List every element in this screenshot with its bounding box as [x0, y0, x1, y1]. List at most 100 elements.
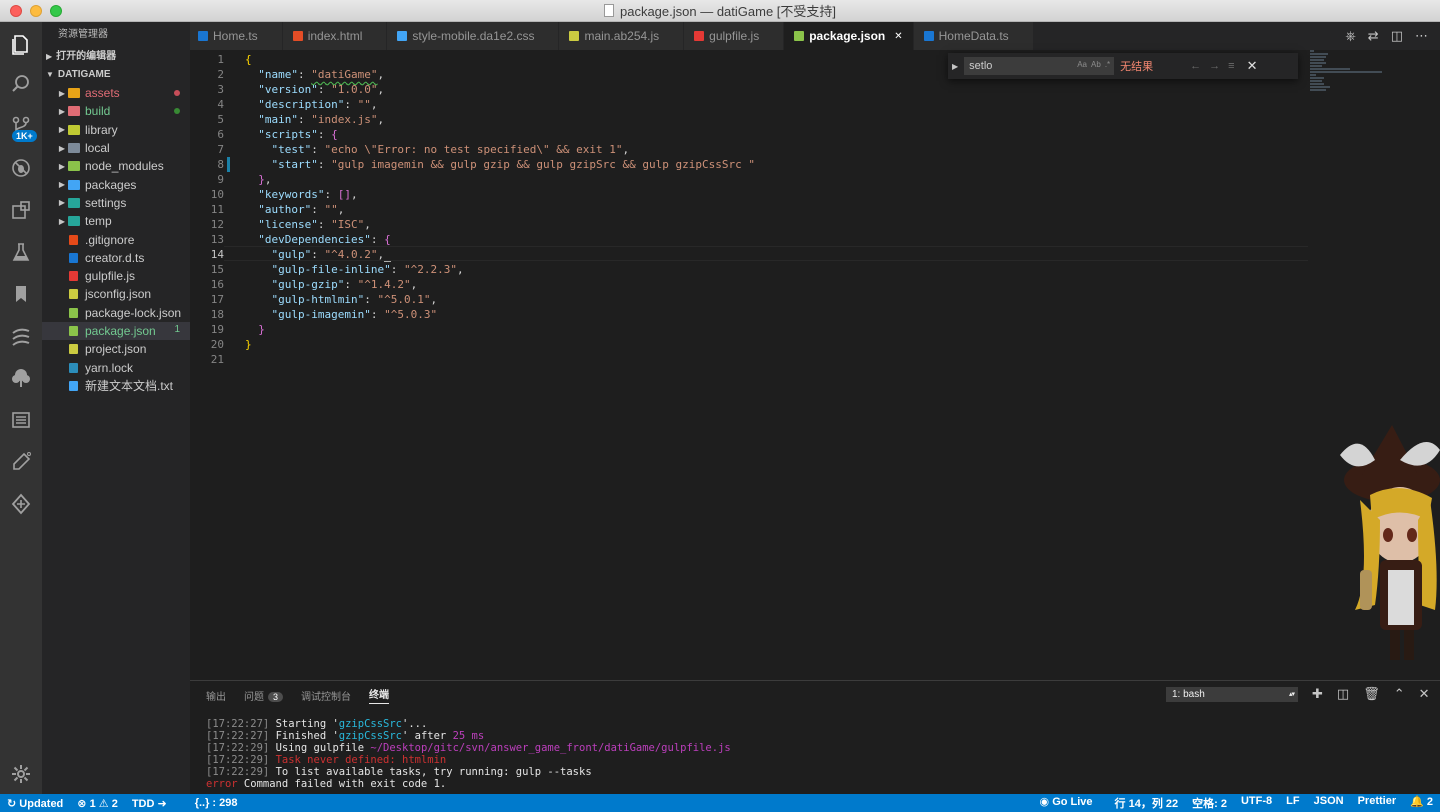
project-section[interactable]: ▼ DATIGAME — [42, 66, 190, 84]
gitlens-icon[interactable] — [0, 484, 42, 524]
tab-style-mobile-da1e2-css[interactable]: style-mobile.da1e2.css — [387, 22, 560, 50]
more-actions-icon[interactable]: ⋯ — [1415, 28, 1428, 44]
terminal-select[interactable]: 1: bash — [1166, 687, 1298, 702]
find-in-selection-icon[interactable]: ≡ — [1228, 60, 1234, 72]
file-icon — [69, 271, 78, 282]
tree-icon[interactable] — [0, 358, 42, 398]
debug-icon[interactable] — [0, 148, 42, 188]
tree-item-creator-d-ts[interactable]: creator.d.ts — [42, 249, 190, 267]
terminal-text: Finished ' — [275, 730, 339, 742]
bookmark-icon[interactable] — [0, 274, 42, 314]
tree-item-assets[interactable]: ▶ assets — [42, 84, 190, 102]
prettier-status[interactable]: Prettier — [1351, 795, 1404, 811]
search-icon[interactable] — [0, 64, 42, 104]
close-tab-icon[interactable]: ✕ — [894, 31, 902, 42]
tree-item--gitignore[interactable]: .gitignore — [42, 230, 190, 248]
panel-tab-2[interactable]: 调试控制台 — [301, 688, 351, 703]
line-number: 12 — [210, 218, 224, 231]
problems-status[interactable]: ⊗ 1 ⚠ 2 — [70, 797, 125, 810]
tab-gulpfile-js[interactable]: gulpfile.js — [684, 22, 785, 50]
tree-item-label: package.json — [85, 324, 156, 338]
tree-item--txt[interactable]: 新建文本文档.txt — [42, 377, 190, 395]
tree-item-library[interactable]: ▶ library — [42, 121, 190, 139]
whole-word-icon[interactable]: Ab — [1091, 60, 1101, 69]
tab-package-json[interactable]: package.json ✕ — [784, 22, 914, 50]
flask-icon[interactable] — [0, 232, 42, 272]
terminal-output[interactable]: [17:22:27] Starting 'gzipCssSrc'... [17:2… — [206, 718, 731, 790]
svn-icon[interactable] — [0, 316, 42, 356]
split-editor-icon[interactable]: ◫ — [1391, 28, 1403, 44]
json-info[interactable]: {..} : 298 — [188, 797, 245, 809]
cursor-position[interactable]: 行 14，列 22 — [1108, 795, 1186, 811]
explorer-sidebar: 资源管理器 ▶ 打开的编辑器 ▼ DATIGAME ▶ assets ▶ build ▶… — [42, 22, 190, 794]
maximize-window-button[interactable] — [50, 5, 62, 17]
minimap[interactable] — [1310, 50, 1440, 100]
end-of-line[interactable]: LF — [1279, 795, 1306, 811]
split-terminal-icon[interactable]: ◫ — [1337, 686, 1349, 702]
list-icon[interactable] — [0, 400, 42, 440]
notifications[interactable]: 🔔 2 — [1403, 795, 1440, 811]
tree-item-package-json[interactable]: package.json 1 — [42, 321, 190, 341]
go-live-button[interactable]: ◉ Go Live — [1033, 795, 1100, 811]
tdd-text: TDD — [131, 797, 155, 810]
window-title: package.json — datiGame [不受支持] — [603, 1, 836, 20]
trash-icon[interactable]: 🗑 — [1363, 686, 1380, 702]
open-changes-icon[interactable]: ⎈ — [1345, 28, 1355, 44]
tab-home-ts[interactable]: Home.ts — [190, 22, 283, 50]
tab-main-ab254-js[interactable]: main.ab254.js — [559, 22, 685, 50]
warning-icon: ⚠ — [98, 797, 109, 810]
indentation[interactable]: 空格: 2 — [1185, 795, 1234, 811]
tree-item-local[interactable]: ▶ local — [42, 139, 190, 157]
language-mode[interactable]: JSON — [1307, 795, 1351, 811]
line-number: 19 — [210, 323, 224, 336]
activity-bar: 1K+ — [0, 22, 42, 794]
close-panel-icon[interactable]: ✕ — [1419, 686, 1430, 702]
tree-item-temp[interactable]: ▶ temp — [42, 212, 190, 230]
tdd-status[interactable]: TDD ➜ — [125, 797, 174, 810]
encoding[interactable]: UTF-8 — [1234, 795, 1279, 811]
tree-item-node-modules[interactable]: ▶ node_modules — [42, 157, 190, 175]
panel-tab-0[interactable]: 输出 — [206, 688, 226, 703]
tree-item-jsconfig-json[interactable]: jsconfig.json — [42, 285, 190, 303]
tab-index-html[interactable]: index.html — [282, 22, 388, 50]
tab-label: style-mobile.da1e2.css — [412, 29, 535, 43]
tree-item-yarn-lock[interactable]: yarn.lock — [42, 358, 190, 376]
tree-item-project-json[interactable]: project.json — [42, 340, 190, 358]
code-content[interactable]: { "name": "datiGame", "version": "1.0.0"… — [245, 52, 1305, 367]
tree-item-build[interactable]: ▶ build — [42, 102, 190, 120]
code-line: "start": "gulp imagemin && gulp gzip && … — [271, 158, 755, 171]
tree-item-packages[interactable]: ▶ packages — [42, 175, 190, 193]
go-live-text: Go Live — [1052, 796, 1093, 808]
tab-homedata-ts[interactable]: HomeData.ts — [913, 22, 1034, 50]
tab-label: Home.ts — [213, 29, 258, 43]
folder-icon — [68, 161, 80, 172]
tree-item-gulpfile-js[interactable]: gulpfile.js — [42, 267, 190, 285]
match-case-icon[interactable]: Aa — [1077, 60, 1087, 69]
regex-icon[interactable]: .* — [1105, 60, 1110, 69]
explorer-icon[interactable] — [0, 24, 42, 64]
open-editors-section[interactable]: ▶ 打开的编辑器 — [42, 48, 190, 66]
extensions-icon[interactable] — [0, 190, 42, 230]
panel-tab-3[interactable]: 终端 — [369, 686, 390, 704]
tree-item-label: 新建文本文档.txt — [85, 379, 174, 394]
tree-item-package-lock-json[interactable]: package-lock.json — [42, 304, 190, 322]
sync-status[interactable]: ↻ Updated — [0, 797, 70, 810]
test-icon[interactable] — [0, 442, 42, 482]
panel-tab-1[interactable]: 问题 3 — [244, 688, 284, 703]
close-find-icon[interactable]: ✕ — [1247, 58, 1258, 74]
source-control-icon[interactable]: 1K+ — [0, 106, 42, 146]
previous-match-icon[interactable]: ← — [1190, 60, 1201, 72]
close-window-button[interactable] — [10, 5, 22, 17]
settings-gear-icon[interactable] — [0, 754, 42, 794]
tree-item-settings[interactable]: ▶ settings — [42, 194, 190, 212]
file-icon — [69, 326, 78, 336]
next-match-icon[interactable]: → — [1209, 60, 1220, 72]
minimize-window-button[interactable] — [30, 5, 42, 17]
maximize-panel-icon[interactable]: ⌃ — [1394, 686, 1405, 702]
find-input[interactable]: setlo Aa Ab .* — [964, 57, 1115, 75]
new-terminal-icon[interactable]: ✚ — [1312, 686, 1323, 702]
toggle-replace-icon[interactable]: ▶ — [952, 62, 958, 71]
background-character-image — [1340, 425, 1440, 660]
code-editor[interactable]: 1 2 3 4 5 6 7 8 9 10 11 12 13 14 15 16 17 18 19 20 21 { "nam… — [190, 50, 1440, 680]
compare-icon[interactable]: ⇄ — [1368, 28, 1379, 44]
